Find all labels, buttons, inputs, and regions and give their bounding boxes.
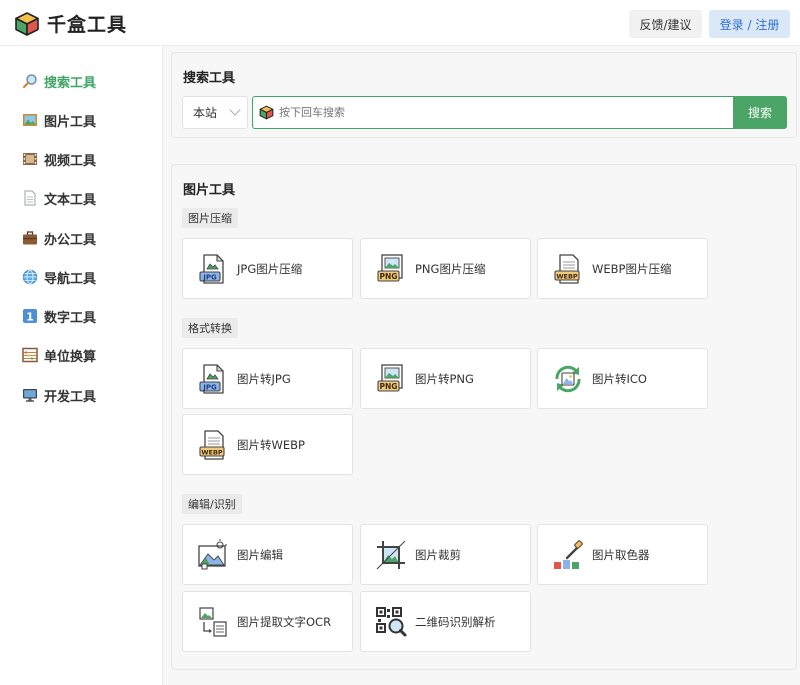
- tool-qr-scan[interactable]: 二维码识别解析: [360, 591, 531, 652]
- sidebar-item-label: 数字工具: [44, 310, 97, 326]
- sidebar-item-label: 单位换算: [44, 349, 97, 365]
- tool-label: 图片取色器: [592, 547, 650, 562]
- ico-convert-icon: [555, 365, 581, 392]
- webp-file-icon: WEBP: [554, 253, 580, 284]
- search-panel: 搜索工具 本站 搜索: [171, 52, 797, 138]
- search-panel-title: 搜索工具: [183, 71, 236, 86]
- tool-label: 图片转JPG: [237, 371, 291, 386]
- tool-label: PNG图片压缩: [415, 261, 486, 276]
- sidebar-item-image[interactable]: 图片工具: [22, 109, 96, 131]
- tool-label: 图片转ICO: [592, 371, 647, 386]
- abacus-icon: [22, 347, 38, 363]
- crop-icon: [376, 540, 406, 569]
- tool-label: WEBP图片压缩: [592, 261, 672, 276]
- search-scope-value: 本站: [193, 106, 218, 120]
- sidebar-item-label: 导航工具: [44, 271, 97, 287]
- tool-jpg-compress[interactable]: JPG JPG图片压缩: [182, 238, 353, 299]
- search-button[interactable]: 搜索: [733, 96, 787, 129]
- section-tag-convert: 格式转换: [182, 318, 238, 338]
- svg-text:PNG: PNG: [380, 382, 398, 391]
- tool-label: 图片提取文字OCR: [237, 614, 332, 629]
- webp-file-icon: WEBP: [199, 429, 225, 460]
- sidebar-item-search[interactable]: 搜索工具: [22, 70, 96, 92]
- tool-to-ico[interactable]: 图片转ICO: [537, 348, 708, 409]
- qr-scan-icon: [376, 606, 407, 636]
- tool-color-picker[interactable]: 图片取色器: [537, 524, 708, 585]
- search-scope-select[interactable]: 本站: [182, 96, 248, 129]
- tool-ocr[interactable]: 图片提取文字OCR: [182, 591, 353, 652]
- image-edit-icon: [198, 538, 227, 569]
- sidebar-item-dev[interactable]: 开发工具: [22, 384, 96, 406]
- png-file-icon: PNG: [377, 253, 403, 282]
- tool-label: 图片转PNG: [415, 371, 474, 386]
- sidebar-item-label: 搜索工具: [44, 75, 97, 91]
- cube-logo-icon[interactable]: [14, 11, 40, 37]
- sidebar-item-text[interactable]: 文本工具: [22, 187, 96, 209]
- tool-label: 图片裁剪: [415, 547, 461, 562]
- top-header: 千盒工具 反馈/建议 登录 / 注册: [0, 0, 800, 46]
- briefcase-icon: [23, 231, 37, 245]
- tool-label: 二维码识别解析: [415, 614, 496, 629]
- image-tools-title: 图片工具: [183, 183, 236, 198]
- search-input[interactable]: [252, 96, 734, 129]
- svg-text:JPG: JPG: [202, 273, 217, 281]
- sidebar-item-number[interactable]: 1 数字工具: [22, 305, 96, 327]
- tool-to-webp[interactable]: WEBP 图片转WEBP: [182, 414, 353, 475]
- tool-label: 图片转WEBP: [237, 437, 305, 452]
- svg-text:1: 1: [26, 310, 34, 323]
- tool-label: JPG图片压缩: [237, 261, 303, 276]
- cube-logo-icon: [259, 105, 274, 120]
- section-tag-compress: 图片压缩: [182, 208, 238, 228]
- sidebar-item-label: 图片工具: [44, 114, 97, 130]
- sidebar-item-label: 文本工具: [44, 192, 97, 208]
- svg-text:WEBP: WEBP: [556, 272, 578, 280]
- site-title[interactable]: 千盒工具: [47, 10, 127, 37]
- sidebar: 搜索工具 图片工具 视频工具 文本工具 办公工具 导航工具 1 数字工具 单位换…: [0, 46, 163, 685]
- sidebar-item-navigation[interactable]: 导航工具: [22, 266, 96, 288]
- section-tag-edit: 编辑/识别: [182, 494, 242, 514]
- document-icon: [24, 190, 36, 206]
- main-content: 搜索工具 本站 搜索 图片工具 图片压缩 JPG JPG图片压缩: [163, 46, 800, 685]
- tool-webp-compress[interactable]: WEBP WEBP图片压缩: [537, 238, 708, 299]
- sidebar-item-label: 视频工具: [44, 153, 97, 169]
- number-one-icon: 1: [23, 309, 37, 323]
- color-picker-icon: [554, 539, 583, 569]
- film-icon: [23, 153, 37, 165]
- tool-to-png[interactable]: PNG 图片转PNG: [360, 348, 531, 409]
- svg-text:JPG: JPG: [202, 383, 217, 391]
- png-file-icon: PNG: [377, 363, 403, 392]
- login-register-button[interactable]: 登录 / 注册: [709, 10, 790, 38]
- tool-png-compress[interactable]: PNG PNG图片压缩: [360, 238, 531, 299]
- sidebar-item-office[interactable]: 办公工具: [22, 227, 96, 249]
- tool-to-jpg[interactable]: JPG 图片转JPG: [182, 348, 353, 409]
- sidebar-item-label: 办公工具: [44, 232, 97, 248]
- tool-image-edit[interactable]: 图片编辑: [182, 524, 353, 585]
- ocr-icon: [199, 606, 227, 637]
- tool-label: 图片编辑: [237, 547, 283, 562]
- monitor-icon: [23, 389, 37, 402]
- svg-text:WEBP: WEBP: [201, 448, 223, 456]
- jpg-file-icon: JPG: [199, 253, 224, 284]
- sidebar-item-unit-conversion[interactable]: 单位换算: [22, 344, 96, 366]
- image-tools-panel: 图片工具 图片压缩 JPG JPG图片压缩 PNG PNG图片压缩 WEBP W…: [171, 164, 797, 670]
- tool-image-crop[interactable]: 图片裁剪: [360, 524, 531, 585]
- feedback-button[interactable]: 反馈/建议: [629, 10, 702, 38]
- globe-icon: [22, 269, 38, 285]
- magnifier-icon: [22, 74, 37, 89]
- sidebar-item-label: 开发工具: [44, 389, 97, 405]
- svg-text:PNG: PNG: [380, 272, 398, 281]
- sidebar-item-video[interactable]: 视频工具: [22, 148, 96, 170]
- picture-icon: [23, 114, 37, 126]
- chevron-down-icon: [229, 104, 241, 116]
- jpg-file-icon: JPG: [199, 363, 224, 394]
